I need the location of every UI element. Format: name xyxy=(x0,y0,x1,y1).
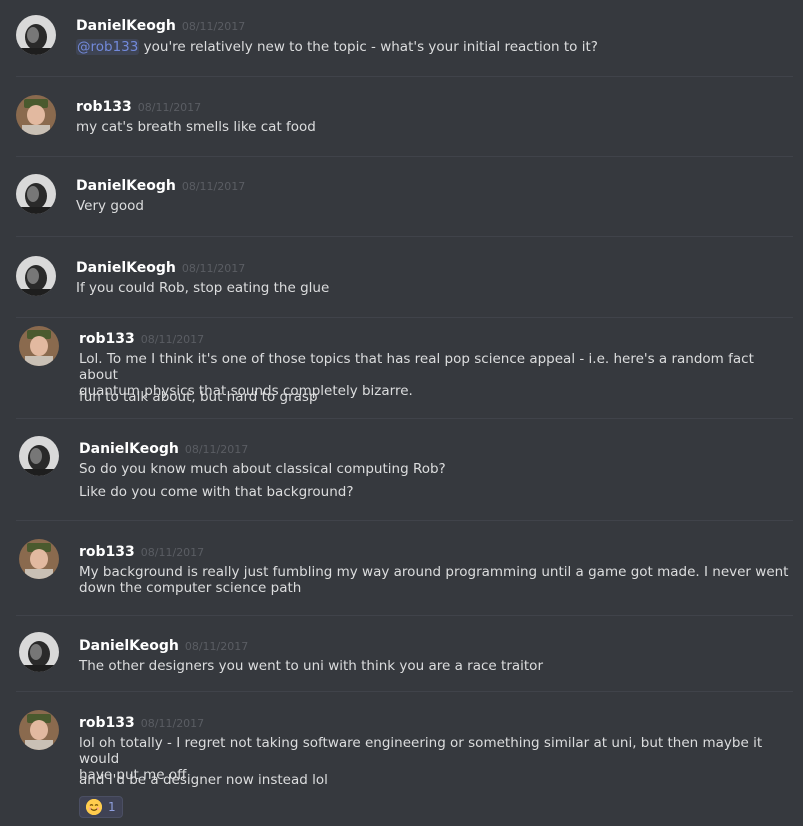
timestamp: 08/11/2017 xyxy=(181,20,246,33)
message-divider xyxy=(16,76,793,77)
reaction-button[interactable]: 1 xyxy=(79,796,123,818)
message-text: So do you know much about classical comp… xyxy=(79,461,446,477)
author-name[interactable]: DanielKeogh xyxy=(79,638,179,654)
message-divider xyxy=(16,520,793,521)
avatar-danielkeogh[interactable] xyxy=(19,436,59,476)
message-divider xyxy=(16,691,793,692)
timestamp: 08/11/2017 xyxy=(184,640,249,653)
timestamp: 08/11/2017 xyxy=(137,101,202,114)
timestamp: 08/11/2017 xyxy=(181,262,246,275)
avatar-rob133[interactable] xyxy=(19,326,59,366)
timestamp: 08/11/2017 xyxy=(184,443,249,456)
author-name[interactable]: rob133 xyxy=(76,99,132,115)
timestamp: 08/11/2017 xyxy=(140,546,205,559)
avatar-danielkeogh[interactable] xyxy=(16,256,56,296)
avatar-danielkeogh[interactable] xyxy=(16,15,56,55)
message-text: Very good xyxy=(76,198,144,214)
message-divider xyxy=(16,317,793,318)
message-text: Like do you come with that background? xyxy=(79,484,354,500)
author-name[interactable]: DanielKeogh xyxy=(79,441,179,457)
message-text: and I'd be a designer now instead lol xyxy=(79,772,328,788)
message-divider xyxy=(16,615,793,616)
avatar-danielkeogh[interactable] xyxy=(19,632,59,672)
author-name[interactable]: rob133 xyxy=(79,715,135,731)
smiling-face-icon xyxy=(86,799,102,815)
message-divider xyxy=(16,156,793,157)
author-name[interactable]: DanielKeogh xyxy=(76,178,176,194)
author-name[interactable]: rob133 xyxy=(79,331,135,347)
message-text: fun to talk about, but hard to grasp xyxy=(79,389,318,405)
message-text: my cat's breath smells like cat food xyxy=(76,119,316,135)
author-name[interactable]: DanielKeogh xyxy=(76,18,176,34)
author-name[interactable]: DanielKeogh xyxy=(76,260,176,276)
message-divider xyxy=(16,236,793,237)
message-text: The other designers you went to uni with… xyxy=(79,658,543,674)
timestamp: 08/11/2017 xyxy=(181,180,246,193)
avatar-danielkeogh[interactable] xyxy=(16,174,56,214)
timestamp: 08/11/2017 xyxy=(140,717,205,730)
message-text: @rob133 you're relatively new to the top… xyxy=(76,39,598,55)
avatar-rob133[interactable] xyxy=(19,539,59,579)
timestamp: 08/11/2017 xyxy=(140,333,205,346)
avatar-rob133[interactable] xyxy=(16,95,56,135)
message-text: If you could Rob, stop eating the glue xyxy=(76,280,330,296)
avatar-rob133[interactable] xyxy=(19,710,59,750)
reaction-count: 1 xyxy=(108,800,116,814)
message-divider xyxy=(16,418,793,419)
user-mention[interactable]: @rob133 xyxy=(76,39,140,55)
message-text: My background is really just fumbling my… xyxy=(79,564,789,596)
author-name[interactable]: rob133 xyxy=(79,544,135,560)
